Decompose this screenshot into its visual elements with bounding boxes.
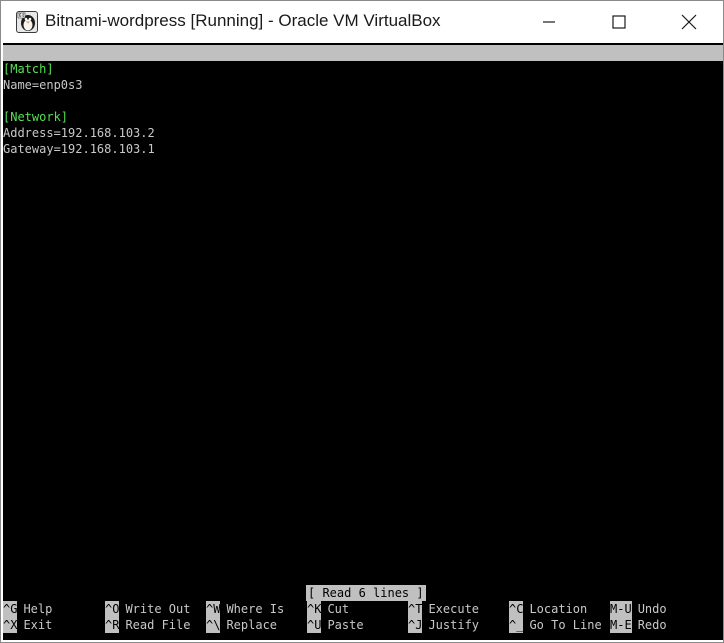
shortcut-key: ^G — [3, 601, 18, 617]
shortcut-key: ^\ — [206, 617, 221, 633]
shortcut-label: Read File — [125, 618, 191, 632]
shortcut-label: Where Is — [226, 602, 285, 616]
shortcut-key: ^C — [509, 601, 524, 617]
shortcut-exit[interactable]: ^X Exit — [3, 617, 52, 633]
shortcut-paste[interactable]: ^U Paste — [307, 617, 364, 633]
shortcut-key: ^R — [105, 617, 120, 633]
shortcut-justify[interactable]: ^J Justify — [408, 617, 479, 633]
shortcut-key: ^X — [3, 617, 18, 633]
window-title: Bitnami-wordpress [Running] - Oracle VM … — [45, 11, 441, 30]
buffer-line[interactable] — [3, 93, 723, 109]
shortcut-key: ^U — [307, 617, 322, 633]
nano-status-message: [ Read 6 lines ] — [306, 585, 426, 601]
shortcut-label: Undo — [637, 602, 667, 616]
shortcut-key: ^K — [307, 601, 322, 617]
title-bar[interactable]: 64 Bitnami-wordpress [Running] - Oracle … — [1, 1, 723, 43]
shortcut-cut[interactable]: ^K Cut — [307, 601, 349, 617]
buffer-line[interactable]: Address=192.168.103.2 — [3, 125, 723, 141]
buffer-line[interactable]: Gateway=192.168.103.1 — [3, 141, 723, 157]
shortcut-read-file[interactable]: ^R Read File — [105, 617, 190, 633]
minimize-button[interactable] — [514, 1, 584, 43]
shortcut-key: ^O — [105, 601, 120, 617]
shortcut-label: Location — [529, 602, 588, 616]
shortcut-execute[interactable]: ^T Execute — [408, 601, 479, 617]
close-button[interactable] — [654, 1, 724, 43]
close-icon — [681, 14, 697, 30]
shortcut-label: Redo — [637, 618, 667, 632]
shortcut-where-is[interactable]: ^W Where Is — [206, 601, 284, 617]
shortcut-label: Write Out — [125, 602, 191, 616]
buffer-line[interactable]: Name=enp0s3 — [3, 77, 723, 93]
maximize-icon — [612, 15, 626, 29]
shortcut-label: Cut — [327, 602, 350, 616]
shortcut-key: ^T — [408, 601, 423, 617]
buffer-line[interactable]: [Match] — [3, 61, 723, 77]
buffer-line[interactable]: [Network] — [3, 109, 723, 125]
shortcut-key: ^J — [408, 617, 423, 633]
shortcut-label: Paste — [327, 618, 364, 632]
vm-screen[interactable]: GNU nano 5.4 /etc/systemd/network/25-wir… — [3, 43, 723, 640]
shortcut-key: M-E — [610, 617, 632, 633]
nano-title-bar: GNU nano 5.4 /etc/systemd/network/25-wir… — [3, 45, 723, 92]
nano-shortcut-bar: ^G Help ^O Write Out ^W Where Is ^K Cut ^T Ex… — [3, 601, 723, 633]
shortcut-label: Go To Line — [529, 618, 602, 632]
shortcut-label: Help — [23, 602, 53, 616]
shortcut-location[interactable]: ^C Location — [509, 601, 587, 617]
shortcut-redo[interactable]: M-E Redo — [610, 617, 667, 633]
shortcut-help[interactable]: ^G Help — [3, 601, 52, 617]
shortcut-label: Execute — [428, 602, 480, 616]
shortcut-undo[interactable]: M-U Undo — [610, 601, 667, 617]
virtualbox-vm-icon: 64 — [16, 11, 38, 33]
virtualbox-window: 64 Bitnami-wordpress [Running] - Oracle … — [0, 0, 724, 643]
shortcut-go-to-line[interactable]: ^_ Go To Line — [509, 617, 602, 633]
minimize-icon — [543, 21, 555, 23]
maximize-button[interactable] — [584, 1, 654, 43]
svg-text:64: 64 — [19, 13, 25, 18]
shortcut-write-out[interactable]: ^O Write Out — [105, 601, 190, 617]
editor-buffer[interactable]: [Match] Name=enp0s3 [Network] Address=19… — [3, 61, 723, 157]
shortcut-label: Exit — [23, 618, 53, 632]
shortcut-replace[interactable]: ^\ Replace — [206, 617, 277, 633]
shortcut-key: ^W — [206, 601, 221, 617]
shortcut-key: M-U — [610, 601, 632, 617]
shortcut-label: Replace — [226, 618, 278, 632]
shortcut-key: ^_ — [509, 617, 524, 633]
shortcut-label: Justify — [428, 618, 480, 632]
